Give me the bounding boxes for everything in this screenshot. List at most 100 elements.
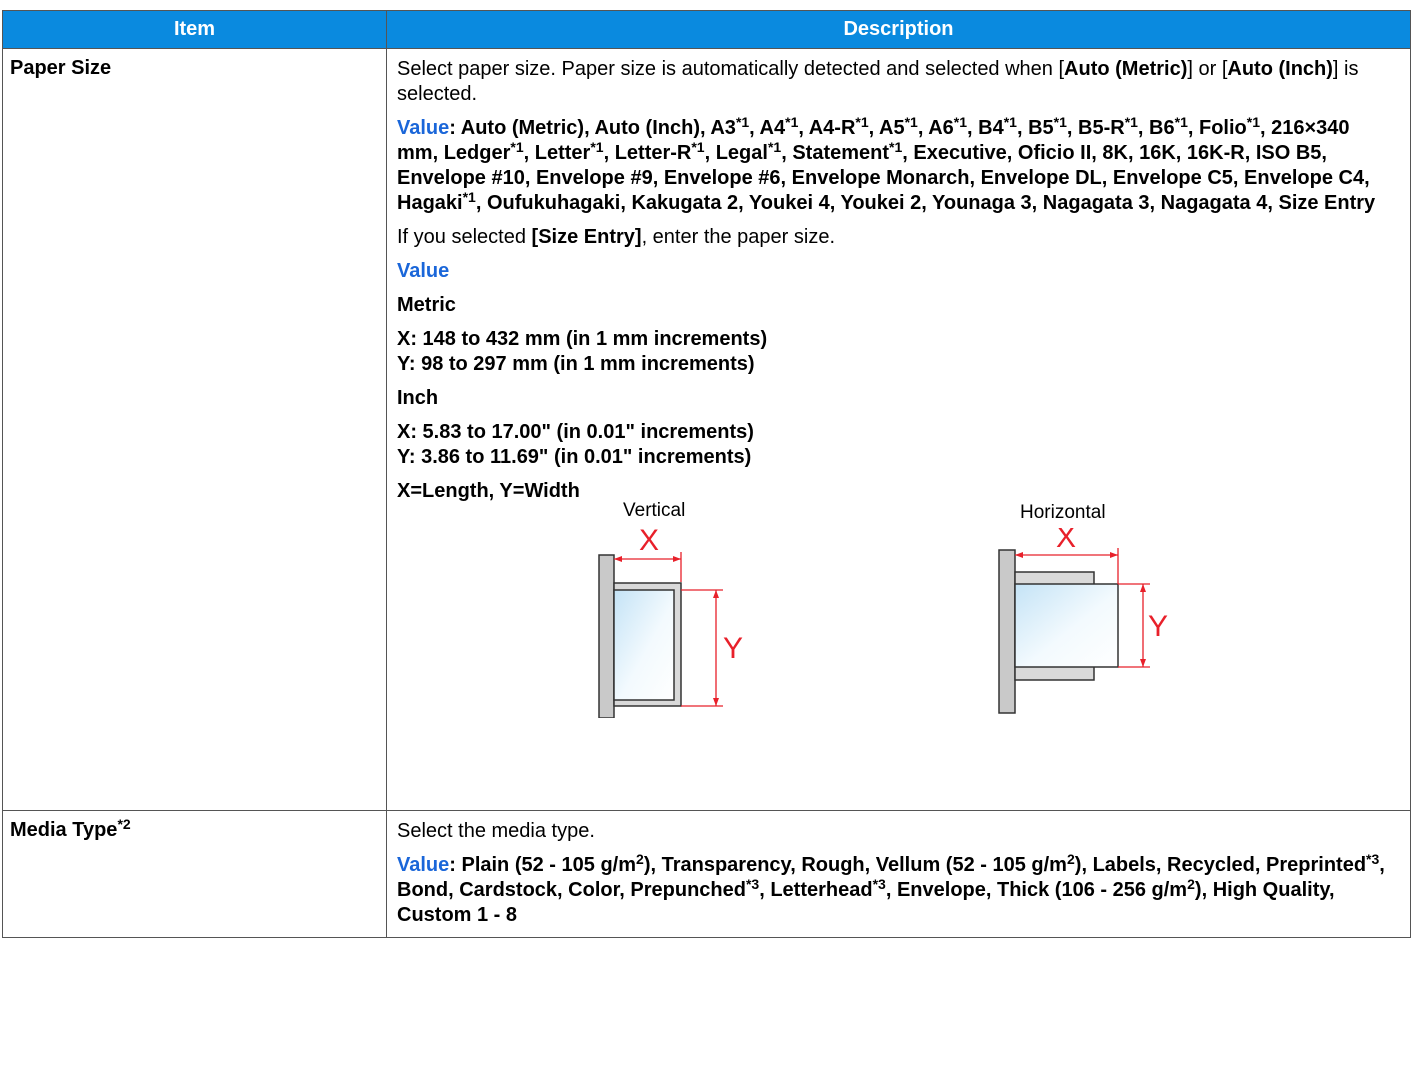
paper-size-intro: Select paper size. Paper size is automat… [397, 57, 1396, 107]
media-type-option: Plain (52 - 105 g/m2) [461, 851, 651, 876]
media-type-option: Thick (106 - 256 g/m2) [997, 876, 1202, 901]
item-media-type: Media Type*2 [2, 810, 387, 938]
paper-size-option: Envelope #10 [397, 167, 525, 189]
value-heading: Value [397, 260, 450, 282]
paper-size-option: 16K [1139, 142, 1176, 164]
inch-x-range: X: 5.83 to 17.00" (in 0.01" increments) [397, 421, 754, 443]
value-label: Value [397, 117, 450, 139]
media-type-option: Envelope [896, 879, 986, 901]
media-type-option: Letterhead*3 [770, 876, 886, 901]
media-value-label: Value [397, 854, 450, 876]
media-type-option: Labels [1092, 854, 1156, 876]
media-type-option: Rough [801, 854, 865, 876]
inch-y-range: Y: 3.86 to 11.69" (in 0.01" increments) [397, 446, 752, 468]
paper-size-option: A3 [710, 117, 736, 139]
metric-y-range: Y: 98 to 297 mm (in 1 mm increments) [397, 353, 755, 375]
paper-size-option: Oufukuhagaki [486, 192, 621, 214]
media-type-option: Custom 1 - 8 [397, 904, 518, 926]
description-media-type: Select the media type. Value: Plain (52 … [386, 810, 1411, 938]
footnote-mark: *1 [1246, 114, 1260, 130]
description-paper-size: Select paper size. Paper size is automat… [386, 48, 1411, 811]
size-entry-prefix: If you selected [397, 226, 532, 248]
paper-size-option: Kakugata 2 [631, 192, 739, 214]
paper-size-option: Letter-R [614, 142, 692, 164]
paper-size-option: Youkei 4 [748, 192, 830, 214]
paper-size-option: Envelope #9 [535, 167, 653, 189]
paper-size-value-list: Auto (Metric), Auto (Inch), A3*1, A4*1, … [397, 114, 1376, 214]
paper-size-option: Ledger [443, 142, 511, 164]
header-description: Description [386, 10, 1411, 49]
paper-size-option: Oficio II [1017, 142, 1092, 164]
metric-x-range: X: 148 to 432 mm (in 1 mm increments) [397, 328, 768, 350]
media-type-intro: Select the media type. [397, 820, 595, 842]
vertical-y-label: Y [723, 632, 743, 665]
horizontal-label: Horizontal [1020, 502, 1106, 523]
paper-size-option: Younaga 3 [932, 192, 1032, 214]
media-value-colon: : [449, 854, 462, 876]
inch-label: Inch [397, 387, 439, 409]
paper-size-option: B6 [1149, 117, 1175, 139]
footnote-mark: *1 [889, 139, 903, 155]
footnote-mark: *1 [1124, 114, 1138, 130]
footnote-mark: *1 [767, 139, 782, 155]
size-entry-bold: [Size Entry] [531, 226, 642, 248]
value-colon: : [449, 117, 461, 139]
paper-size-values: Value: Auto (Metric), Auto (Inch), A3*1,… [397, 114, 1396, 216]
paper-size-option: B5 [1028, 117, 1054, 139]
table-row-media-type: Media Type*2 Select the media type. Valu… [2, 810, 1411, 938]
footnote-mark: *1 [590, 139, 604, 155]
media-type-option: Preprinted*3 [1266, 851, 1380, 876]
vertical-label: Vertical [623, 500, 686, 521]
paper-size-option: Hagaki [397, 192, 463, 214]
paper-size-option: Envelope Monarch [791, 167, 970, 189]
header-item: Item [2, 10, 387, 49]
paper-size-option: Nagagata 3 [1042, 192, 1150, 214]
intro-prefix: Select paper size. Paper size is automat… [397, 58, 1065, 80]
footnote-mark: *1 [1174, 114, 1188, 130]
media-type-value-list: Plain (52 - 105 g/m2), Transparency, Rou… [397, 851, 1385, 926]
paper-size-option: Envelope DL [980, 167, 1102, 189]
media-type-footnote: *2 [117, 816, 131, 832]
media-type-option: Prepunched*3 [630, 876, 760, 901]
horizontal-orientation-diagram: X Y [998, 528, 1168, 714]
vertical-x-label: X [639, 528, 659, 557]
paper-size-option: Letter [534, 142, 591, 164]
footnote-mark: *1 [953, 114, 968, 130]
intro-auto-inch: Auto (Inch) [1227, 58, 1333, 80]
footnote-mark: *1 [785, 114, 799, 130]
paper-size-option: Envelope #6 [663, 167, 781, 189]
paper-size-option: 8K [1102, 142, 1128, 164]
paper-size-option: Size Entry [1278, 192, 1376, 214]
media-type-label: Media Type [10, 819, 118, 841]
paper-size-option: B5-R [1078, 117, 1125, 139]
paper-size-option: Envelope C5 [1112, 167, 1233, 189]
vertical-orientation-diagram: X Y [598, 528, 743, 718]
intro-mid: ] or [ [1187, 58, 1228, 80]
paper-settings-table: Item Description Paper Size Select paper… [2, 10, 1411, 938]
footnote-mark: *1 [855, 114, 869, 130]
footnote-mark: *1 [1053, 114, 1067, 130]
paper-size-option: Statement [792, 142, 890, 164]
media-type-option: Bond [397, 879, 449, 901]
paper-size-option: Envelope C4 [1244, 167, 1365, 189]
footnote-mark: *1 [510, 139, 524, 155]
footnote-mark: *1 [462, 189, 476, 205]
media-type-option: Transparency [661, 854, 791, 876]
paper-size-option: Auto (Inch) [594, 117, 700, 139]
paper-size-option: 16K-R [1186, 142, 1245, 164]
paper-size-option: Executive [913, 142, 1007, 164]
paper-size-option: B4 [978, 117, 1004, 139]
size-entry-suffix: , enter the paper size. [641, 226, 836, 248]
media-type-option: Recycled [1167, 854, 1255, 876]
paper-size-option: A5 [879, 117, 905, 139]
horizontal-x-label: X [1056, 528, 1076, 554]
paper-size-option: A4-R [808, 117, 856, 139]
paper-size-option: Folio [1198, 117, 1247, 139]
paper-size-option: A4 [759, 117, 786, 139]
metric-label: Metric [397, 294, 456, 316]
paper-size-option: A6 [928, 117, 954, 139]
paper-size-option: Legal [715, 142, 768, 164]
media-type-option: High Quality [1212, 879, 1329, 901]
paper-size-option: Nagagata 4 [1160, 192, 1268, 214]
footnote-mark: *1 [691, 139, 705, 155]
